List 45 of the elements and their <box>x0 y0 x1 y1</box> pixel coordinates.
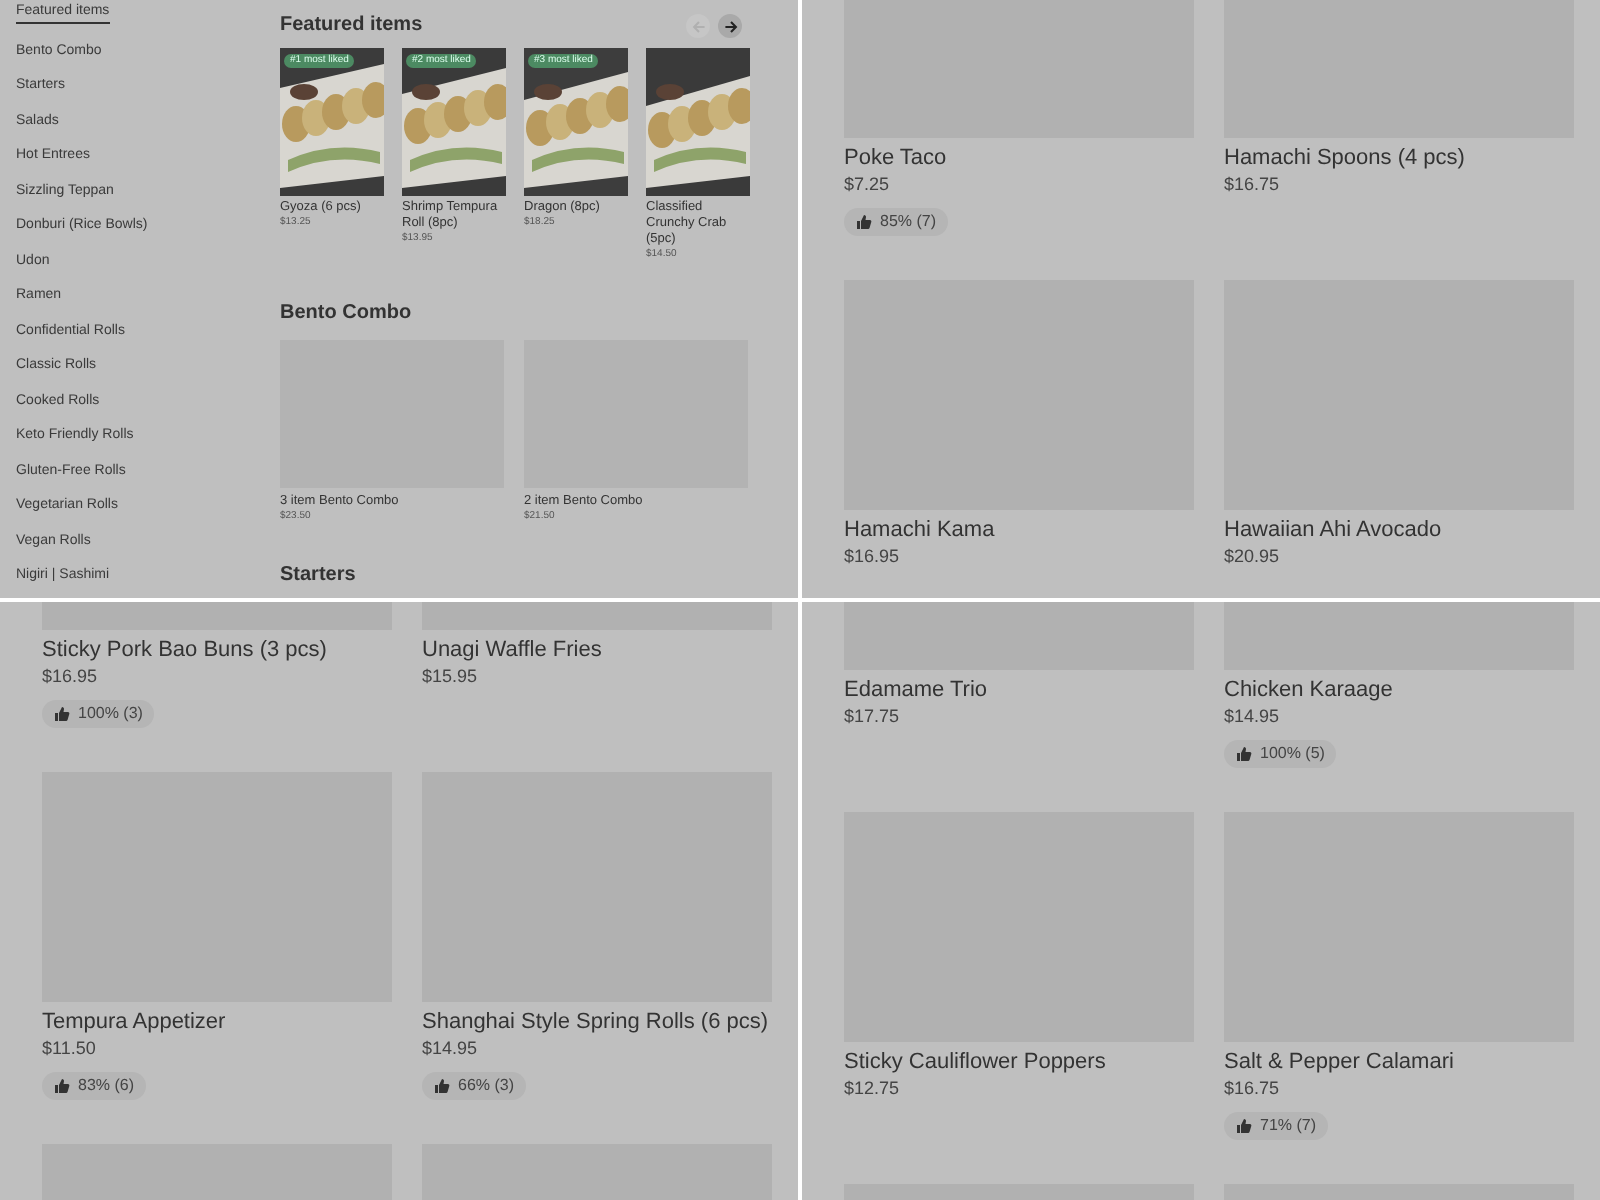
section-title: Featured items <box>280 12 423 40</box>
thumbs-up-icon <box>856 214 872 230</box>
item-price: $16.75 <box>1224 172 1282 198</box>
item-price: $16.75 <box>1224 1076 1282 1102</box>
item-price: $14.95 <box>422 1036 480 1062</box>
rating-badge: 85% (7) <box>844 208 949 236</box>
item-name[interactable]: Tempura Appetizer <box>42 1008 392 1036</box>
rating-badge: 83% (6) <box>42 1072 147 1100</box>
item-price: $17.75 <box>844 704 902 730</box>
item-name[interactable]: Unagi Waffle Fries <box>422 636 772 664</box>
next-button[interactable] <box>718 14 742 38</box>
item-name[interactable]: Shanghai Style Spring Rolls (6 pcs) <box>422 1008 772 1036</box>
image-placeholder[interactable] <box>422 602 772 630</box>
thumbs-up-icon <box>434 1078 450 1094</box>
item-name[interactable]: Hamachi Spoons (4 pcs) <box>1224 144 1574 172</box>
item-price: $15.95 <box>422 664 480 690</box>
item-price: $20.95 <box>1224 544 1282 570</box>
item-name[interactable]: Poke Taco <box>844 144 1194 172</box>
item-price: $14.95 <box>1224 704 1282 730</box>
rating-badge: 100% (5) <box>1224 740 1337 768</box>
rating-badge: 100% (3) <box>42 700 155 728</box>
section-title: Bento Combo <box>280 302 414 324</box>
item-name[interactable]: Hamachi Kama <box>844 516 1194 544</box>
thumbs-up-icon <box>54 1078 70 1094</box>
thumbs-up-icon <box>54 706 70 722</box>
item-name[interactable]: Hawaiian Ahi Avocado <box>1224 516 1574 544</box>
item-price: $7.25 <box>844 172 892 198</box>
item-price: $12.75 <box>844 1076 902 1102</box>
image-placeholder[interactable] <box>1224 602 1574 670</box>
item-name[interactable]: Chicken Karaage <box>1224 676 1574 704</box>
item-price: $16.95 <box>844 544 902 570</box>
thumbs-up-icon <box>1236 746 1252 762</box>
image-placeholder[interactable] <box>42 602 392 630</box>
item-name[interactable]: Salt & Pepper Calamari <box>1224 1048 1574 1076</box>
rating-badge: 71% (7) <box>1224 1112 1329 1140</box>
thumbs-up-icon <box>1236 1118 1252 1134</box>
item-price: $16.95 <box>42 664 100 690</box>
rating-badge: 66% (3) <box>422 1072 527 1100</box>
item-name[interactable]: Edamame Trio <box>844 676 1194 704</box>
item-name[interactable]: Sticky Pork Bao Buns (3 pcs) <box>42 636 392 664</box>
arrow-right-icon <box>723 19 737 33</box>
item-price: $11.50 <box>42 1036 98 1062</box>
image-placeholder[interactable] <box>844 602 1194 670</box>
section-title: Starters <box>280 564 358 586</box>
item-name[interactable]: Sticky Cauliflower Poppers <box>844 1048 1194 1076</box>
